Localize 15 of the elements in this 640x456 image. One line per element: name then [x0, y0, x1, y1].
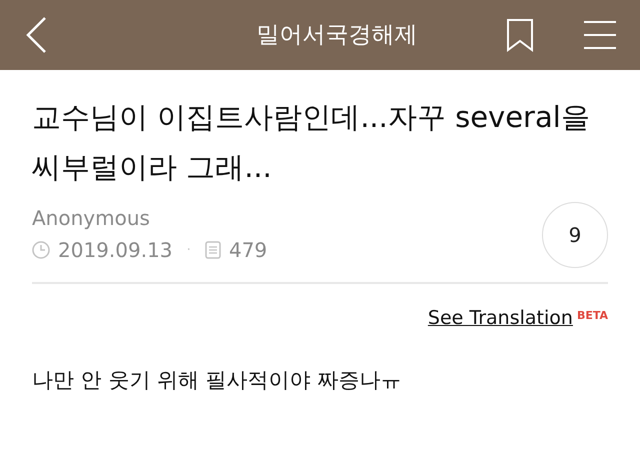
back-icon[interactable] — [24, 16, 48, 54]
bookmark-icon[interactable] — [506, 18, 534, 52]
author-name: Anonymous — [32, 205, 151, 232]
post-title: 교수님이 이집트사람인데...자꾸 several을 씨부럴이라 그래... — [31, 99, 591, 186]
view-count: 479 — [228, 237, 268, 264]
beta-label: BETA — [576, 308, 608, 324]
see-translation-link[interactable]: See Translation — [428, 304, 573, 332]
post-body: 나만 안 웃기 위해 필사적이야 짜증나ㅠ — [31, 366, 402, 394]
header-title: 밀어서국경해제 — [256, 20, 418, 50]
comment-count-button[interactable]: 9 — [542, 202, 608, 268]
separator-dot: · — [186, 241, 191, 260]
post-date: 2019.09.13 — [58, 237, 173, 264]
menu-icon[interactable] — [584, 20, 616, 50]
clock-icon — [32, 241, 50, 259]
document-icon — [204, 241, 221, 259]
